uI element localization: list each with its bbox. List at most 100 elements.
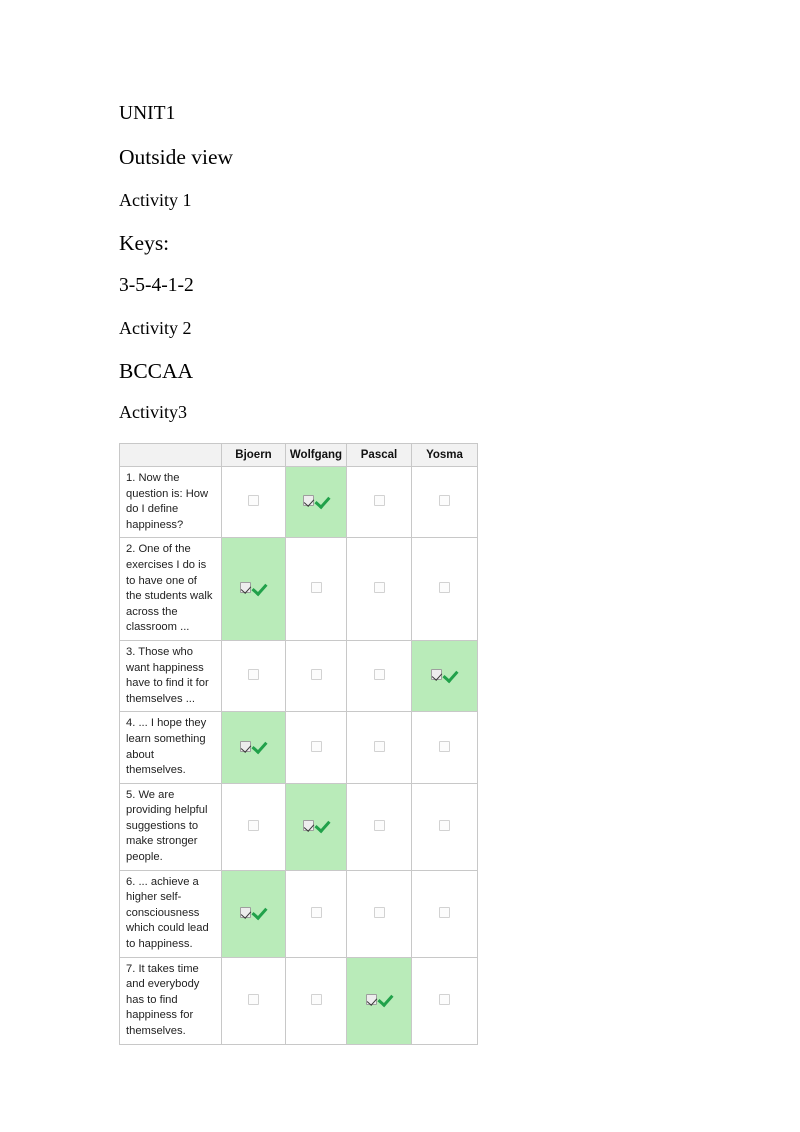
answer-mark-wrap <box>439 993 450 1005</box>
checkbox-checked-icon[interactable] <box>365 993 377 1005</box>
answer-cell-yosma[interactable] <box>411 537 478 641</box>
table-row: 2. One of the exercises I do is to have … <box>119 537 478 641</box>
answer-mark-wrap <box>302 818 330 832</box>
checkbox-unchecked-icon[interactable] <box>439 993 450 1005</box>
checkbox-checked-icon[interactable] <box>302 495 314 507</box>
answer-cell-pascal[interactable] <box>346 465 412 539</box>
answer-cell-pascal[interactable] <box>346 639 412 713</box>
checkbox-unchecked-icon[interactable] <box>439 819 450 831</box>
answer-mark-wrap <box>240 905 267 919</box>
answer-cell-bjoern[interactable] <box>221 465 286 539</box>
checkbox-checked-icon[interactable] <box>240 740 251 752</box>
answer-cell-bjoern[interactable] <box>221 782 286 871</box>
answer-cell-bjoern[interactable] <box>221 956 286 1045</box>
checkbox-unchecked-icon[interactable] <box>373 819 385 831</box>
answer-cell-yosma[interactable] <box>411 782 478 871</box>
checkbox-unchecked-icon[interactable] <box>373 740 385 752</box>
answer-cell-pascal[interactable] <box>346 537 412 641</box>
statement-cell: 7. It takes time and everybody has to fi… <box>119 956 222 1045</box>
checkbox-unchecked-icon[interactable] <box>310 906 322 918</box>
answer-cell-bjoern[interactable] <box>221 639 286 713</box>
table-corner-cell <box>119 443 222 467</box>
answer-mark-wrap <box>310 582 322 594</box>
checkbox-unchecked-icon[interactable] <box>248 819 259 831</box>
column-header-bjoern: Bjoern <box>221 443 286 467</box>
answer-cell-pascal[interactable] <box>346 869 412 958</box>
statement-cell: 3. Those who want happiness have to find… <box>119 639 222 713</box>
checkbox-checked-icon[interactable] <box>240 582 251 594</box>
heading-activity-3: Activity3 <box>119 402 187 422</box>
answer-key-1: 3-5-4-1-2 <box>119 275 194 296</box>
answer-mark-wrap <box>310 669 322 681</box>
checkbox-checked-icon[interactable] <box>431 669 442 681</box>
checkbox-unchecked-icon[interactable] <box>310 993 322 1005</box>
answer-mark-wrap <box>439 495 450 507</box>
answer-cell-bjoern[interactable] <box>221 537 286 641</box>
heading-keys: Keys: <box>119 231 170 255</box>
column-header-yosma: Yosma <box>411 443 478 467</box>
statement-cell: 5. We are providing helpful suggestions … <box>119 782 222 871</box>
document-page: UNIT1 Outside view Activity 1 Keys: 3-5-… <box>0 0 800 1132</box>
answer-mark-wrap <box>310 906 322 918</box>
checkbox-unchecked-icon[interactable] <box>439 582 450 594</box>
answer-mark-wrap <box>310 740 322 752</box>
answer-mark-wrap <box>248 993 259 1005</box>
answer-cell-yosma[interactable] <box>411 465 478 539</box>
checkbox-checked-icon[interactable] <box>240 906 251 918</box>
checkbox-unchecked-icon[interactable] <box>248 669 259 681</box>
statement-cell: 2. One of the exercises I do is to have … <box>119 537 222 641</box>
checkbox-unchecked-icon[interactable] <box>439 495 450 507</box>
checkbox-unchecked-icon[interactable] <box>439 906 450 918</box>
checkbox-unchecked-icon[interactable] <box>373 669 385 681</box>
activity3-answer-table: Bjoern Wolfgang Pascal Yosma 1. Now the … <box>119 443 478 1045</box>
answer-mark-wrap <box>240 581 267 595</box>
heading-activity-1: Activity 1 <box>119 189 192 210</box>
answer-mark-wrap <box>310 993 322 1005</box>
answer-mark-wrap <box>439 582 450 594</box>
checkbox-unchecked-icon[interactable] <box>373 906 385 918</box>
heading-section: Outside view <box>119 145 234 169</box>
answer-cell-yosma[interactable] <box>411 711 478 784</box>
checkbox-unchecked-icon[interactable] <box>248 495 259 507</box>
checkmark-icon <box>443 668 458 682</box>
answer-cell-yosma[interactable] <box>411 639 478 713</box>
checkbox-unchecked-icon[interactable] <box>310 669 322 681</box>
checkmark-icon <box>252 739 267 753</box>
statement-cell: 1. Now the question is: How do I define … <box>119 465 222 539</box>
answer-cell-bjoern[interactable] <box>221 869 286 958</box>
answer-cell-wolfgang[interactable] <box>285 711 347 784</box>
answer-cell-wolfgang[interactable] <box>285 869 347 958</box>
table-header-row: Bjoern Wolfgang Pascal Yosma <box>119 443 478 467</box>
answer-cell-wolfgang[interactable] <box>285 537 347 641</box>
checkmark-icon <box>315 494 330 508</box>
table-header: Bjoern Wolfgang Pascal Yosma <box>119 443 478 467</box>
answer-cell-pascal[interactable] <box>346 711 412 784</box>
statement-cell: 4. ... I hope they learn something about… <box>119 711 222 784</box>
answer-mark-wrap <box>431 668 458 682</box>
answer-mark-wrap <box>373 495 385 507</box>
checkmark-icon <box>315 818 330 832</box>
checkbox-unchecked-icon[interactable] <box>373 582 385 594</box>
heading-unit: UNIT1 <box>119 103 176 124</box>
table-body: 1. Now the question is: How do I define … <box>119 465 478 1045</box>
checkbox-unchecked-icon[interactable] <box>248 993 259 1005</box>
answer-cell-pascal[interactable] <box>346 956 412 1045</box>
answer-cell-yosma[interactable] <box>411 869 478 958</box>
answer-cell-yosma[interactable] <box>411 956 478 1045</box>
table-row: 3. Those who want happiness have to find… <box>119 639 478 713</box>
table-row: 5. We are providing helpful suggestions … <box>119 782 478 871</box>
answer-mark-wrap <box>373 582 385 594</box>
answer-cell-wolfgang[interactable] <box>285 782 347 871</box>
headings-block: UNIT1 Outside view Activity 1 Keys: 3-5-… <box>119 104 539 421</box>
answer-cell-wolfgang[interactable] <box>285 639 347 713</box>
checkbox-unchecked-icon[interactable] <box>310 582 322 594</box>
answer-cell-bjoern[interactable] <box>221 711 286 784</box>
answer-mark-wrap <box>248 495 259 507</box>
answer-cell-pascal[interactable] <box>346 782 412 871</box>
answer-cell-wolfgang[interactable] <box>285 956 347 1045</box>
answer-cell-wolfgang[interactable] <box>285 465 347 539</box>
checkbox-unchecked-icon[interactable] <box>439 740 450 752</box>
checkbox-unchecked-icon[interactable] <box>310 740 322 752</box>
checkbox-checked-icon[interactable] <box>302 819 314 831</box>
checkbox-unchecked-icon[interactable] <box>373 495 385 507</box>
